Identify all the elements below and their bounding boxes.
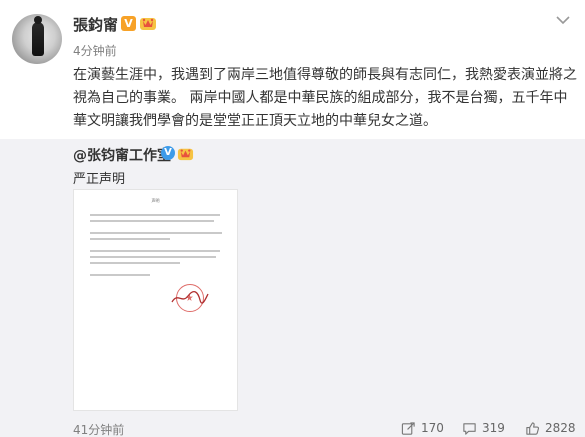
- document-text-line: [90, 262, 180, 264]
- share-count: 170: [421, 421, 444, 435]
- document-title: 声明: [151, 198, 160, 203]
- avatar[interactable]: [12, 14, 62, 64]
- document-text-line: [90, 214, 220, 216]
- post-timestamp: 4分钟前: [73, 44, 117, 58]
- document-text-line: [90, 232, 222, 234]
- avatar-figure: [32, 16, 44, 56]
- verified-v-icon: V: [121, 16, 136, 31]
- like-button[interactable]: 2828: [525, 420, 576, 436]
- document-text-line: [90, 238, 170, 240]
- vip-crown-icon: [140, 18, 156, 30]
- share-button[interactable]: 170: [401, 420, 444, 436]
- signature-mark: [171, 291, 209, 304]
- share-icon: [401, 421, 415, 435]
- document-text-line: [90, 274, 150, 276]
- chevron-down-icon[interactable]: [555, 14, 571, 26]
- document-text-line: [90, 250, 220, 252]
- document-text-line: [90, 256, 216, 258]
- document-text-line: [90, 220, 214, 222]
- like-count: 2828: [545, 421, 576, 435]
- comment-count: 319: [482, 421, 505, 435]
- comment-button[interactable]: 319: [462, 420, 505, 436]
- repost-author-link[interactable]: @张钧甯工作室: [73, 145, 171, 165]
- vip-crown-icon: [177, 148, 194, 161]
- post-author-name[interactable]: 張鈞甯: [73, 14, 118, 35]
- comment-icon: [463, 422, 476, 435]
- post-text: 在演藝生涯中，我遇到了兩岸三地值得尊敬的師長與有志同仁，我熱愛表演並將之視為自己…: [73, 67, 577, 129]
- repost-timestamp: 41分钟前: [73, 423, 125, 437]
- statement-image-thumbnail[interactable]: 声明: [73, 189, 238, 411]
- blue-verified-icon: V: [161, 146, 175, 160]
- thumbs-up-icon: [526, 421, 540, 435]
- repost-text: 严正声明: [73, 172, 126, 187]
